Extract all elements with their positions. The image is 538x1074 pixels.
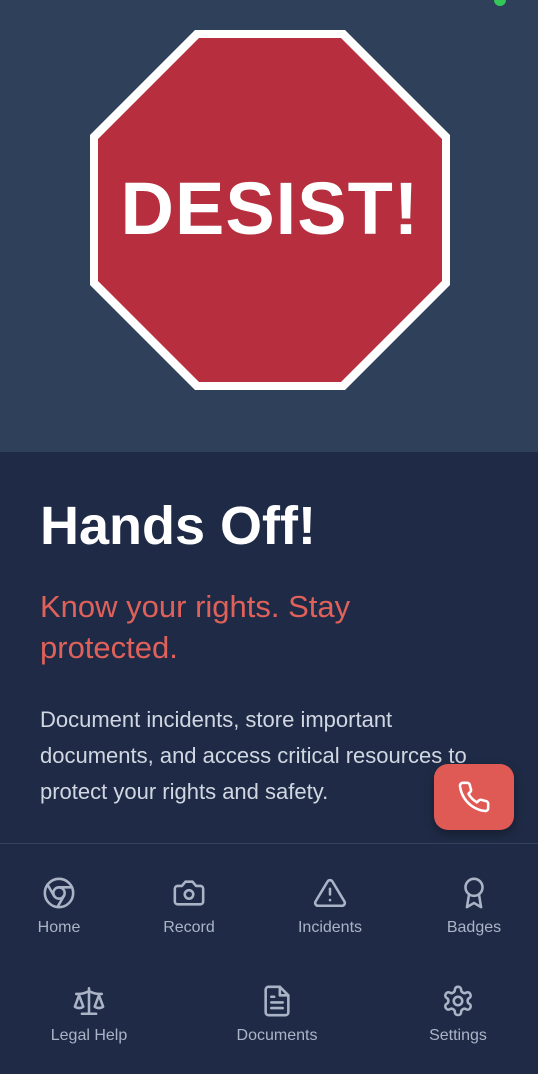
nav-label-home: Home	[37, 919, 81, 936]
emergency-call-button[interactable]	[434, 764, 514, 830]
nav-label-legal-help: Legal Help	[50, 1027, 128, 1044]
nav-label-settings: Settings	[429, 1027, 487, 1044]
document-icon	[264, 985, 290, 1017]
nav-item-badges[interactable]: Badges	[414, 876, 534, 938]
nav-item-documents[interactable]: Documents	[217, 984, 337, 1046]
scale-icon	[73, 986, 105, 1016]
stop-sign-text: DESIST!	[120, 166, 420, 250]
chrome-icon	[43, 877, 75, 909]
app-screen: DESIST! Hands Off! Know your rights. Sta…	[0, 0, 538, 1074]
nav-label-badges: Badges	[446, 919, 502, 936]
phone-icon	[458, 781, 490, 813]
page-title: Hands Off!	[40, 496, 316, 556]
nav-item-home[interactable]: Home	[0, 876, 119, 938]
nav-item-incidents[interactable]: Incidents	[270, 876, 390, 938]
award-icon	[464, 877, 484, 909]
bottom-navigation: Home Record Incidents Badges Legal Help …	[0, 843, 538, 1074]
nav-item-record[interactable]: Record	[129, 876, 249, 938]
hero-banner: DESIST!	[0, 0, 538, 452]
tagline: Know your rights. Stay protected.	[40, 589, 351, 665]
nav-item-settings[interactable]: Settings	[398, 984, 518, 1046]
nav-item-legal-help[interactable]: Legal Help	[29, 984, 149, 1046]
nav-label-incidents: Incidents	[297, 919, 363, 936]
warning-icon	[313, 878, 347, 908]
status-indicator	[494, 0, 506, 6]
nav-label-record: Record	[163, 919, 215, 936]
nav-label-documents: Documents	[236, 1027, 318, 1044]
camera-icon	[173, 880, 205, 906]
gear-icon	[444, 985, 472, 1017]
